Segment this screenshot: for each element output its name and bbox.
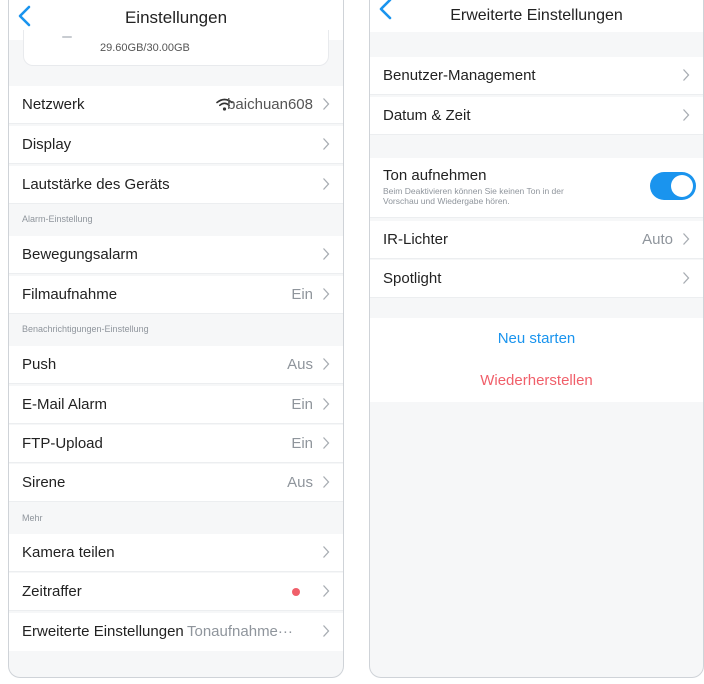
restore-button[interactable]: Wiederherstellen (370, 360, 703, 402)
row-netzwerk[interactable]: Netzwerk baichuan608 (9, 86, 343, 124)
row-value: Tonaufnahme··· (187, 623, 293, 640)
row-datum-zeit[interactable]: Datum & Zeit (370, 97, 703, 135)
row-erweiterte-einstellungen[interactable]: Erweiterte Einstellungen Tonaufnahme··· (9, 613, 343, 651)
row-sirene[interactable]: Sirene Aus (9, 464, 343, 502)
row-value: Ein (291, 435, 313, 452)
row-label: Bewegungsalarm (22, 246, 138, 263)
chevron-right-icon (323, 546, 330, 558)
chevron-right-icon (323, 476, 330, 488)
page-title: Erweiterte Einstellungen (450, 7, 623, 24)
row-label: Spotlight (383, 270, 442, 287)
row-label: Kamera teilen (22, 544, 115, 561)
row-bewegungsalarm[interactable]: Bewegungsalarm (9, 236, 343, 274)
row-zeitraffer[interactable]: Zeitraffer (9, 573, 343, 611)
row-label: Netzwerk (22, 96, 85, 113)
row-filmaufnahme[interactable]: Filmaufnahme Ein (9, 276, 343, 314)
top-bar: Erweiterte Einstellungen (370, 0, 703, 32)
chevron-right-icon (323, 138, 330, 150)
chevron-right-icon (683, 272, 690, 284)
chevron-right-icon (323, 98, 330, 110)
row-value: Aus (287, 474, 313, 491)
restart-button[interactable]: Neu starten (370, 318, 703, 360)
chevron-right-icon (323, 288, 330, 300)
row-value: Ein (291, 286, 313, 303)
status-dot-icon (292, 588, 300, 596)
storage-indicator (62, 36, 72, 38)
row-value: Ein (291, 396, 313, 413)
description-line: Beim Deaktivieren können Sie keinen Ton … (383, 186, 564, 196)
section-label-more: Mehr (22, 513, 43, 523)
row-label: E-Mail Alarm (22, 396, 108, 413)
description-line: Vorschau und Wiedergabe hören. (383, 196, 510, 206)
chevron-right-icon (323, 398, 330, 410)
row-lautstaerke[interactable]: Lautstärke des Geräts (9, 166, 343, 204)
row-label: IR-Lichter (383, 231, 449, 248)
storage-card[interactable]: 29.60GB/30.00GB (23, 30, 329, 66)
settings-screen: Einstellungen 29.60GB/30.00GB Netzwerk b… (8, 0, 344, 678)
page-title: Einstellungen (124, 8, 228, 27)
toggle-knob (671, 175, 693, 197)
row-push[interactable]: Push Aus (9, 346, 343, 384)
row-label: Erweiterte Einstellungen (22, 623, 184, 640)
row-label: Filmaufnahme (22, 286, 118, 303)
chevron-right-icon (323, 585, 330, 597)
row-ton-aufnehmen: Ton aufnehmen Beim Deaktivieren können S… (370, 158, 703, 218)
row-label: Ton aufnehmen (383, 167, 487, 184)
chevron-right-icon (323, 248, 330, 260)
row-benutzer-management[interactable]: Benutzer-Management (370, 57, 703, 95)
row-value: Aus (287, 356, 313, 373)
row-spotlight[interactable]: Spotlight (370, 260, 703, 298)
chevron-right-icon (323, 358, 330, 370)
section-label-alarm: Alarm-Einstellung (22, 214, 93, 224)
row-label: Push (22, 356, 57, 373)
chevron-right-icon (683, 233, 690, 245)
row-ir-lichter[interactable]: IR-Lichter Auto (370, 221, 703, 259)
row-ftp-upload[interactable]: FTP-Upload Ein (9, 425, 343, 463)
row-label: Lautstärke des Geräts (22, 176, 170, 193)
row-email-alarm[interactable]: E-Mail Alarm Ein (9, 386, 343, 424)
advanced-settings-screen: Erweiterte Einstellungen Benutzer-Manage… (369, 0, 704, 678)
row-label: FTP-Upload (22, 435, 103, 452)
row-value: Auto (642, 231, 673, 248)
row-label: Zeitraffer (22, 583, 82, 600)
chevron-right-icon (323, 625, 330, 637)
row-description: Beim Deaktivieren können Sie keinen Ton … (383, 186, 564, 206)
section-label-notifications: Benachrichtigungen-Einstellung (22, 324, 149, 334)
chevron-right-icon (323, 437, 330, 449)
storage-value: 29.60GB/30.00GB (100, 42, 190, 54)
chevron-right-icon (683, 109, 690, 121)
row-label: Display (22, 136, 72, 153)
row-kamera-teilen[interactable]: Kamera teilen (9, 534, 343, 572)
row-value: baichuan608 (227, 96, 313, 113)
row-display[interactable]: Display (9, 126, 343, 164)
chevron-right-icon (683, 69, 690, 81)
chevron-right-icon (323, 178, 330, 190)
record-audio-toggle[interactable] (650, 172, 696, 200)
row-label: Sirene (22, 474, 66, 491)
row-label: Datum & Zeit (383, 107, 471, 124)
row-label: Benutzer-Management (383, 67, 536, 84)
